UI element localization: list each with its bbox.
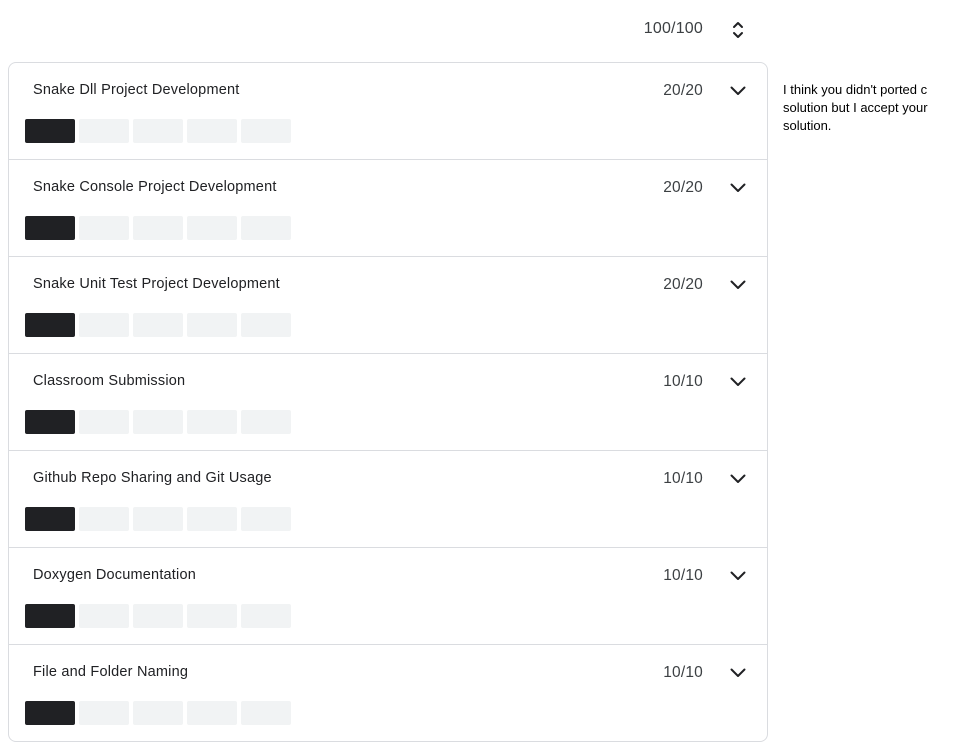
sort-unfold-icon <box>733 22 743 38</box>
rating-level[interactable] <box>79 119 129 143</box>
rating-level[interactable] <box>79 216 129 240</box>
criterion-title: Snake Unit Test Project Development <box>33 276 280 292</box>
criterion-title: Github Repo Sharing and Git Usage <box>33 470 272 486</box>
rating-level[interactable] <box>133 410 183 434</box>
rating-level-selected[interactable] <box>25 313 75 337</box>
criterion-score: 10/10 <box>663 470 703 487</box>
criterion-comment: I think you didn't ported c solution but… <box>783 82 928 133</box>
rating-level[interactable] <box>241 313 291 337</box>
rating-levels <box>25 119 291 143</box>
rating-level[interactable] <box>241 216 291 240</box>
rating-level[interactable] <box>187 313 237 337</box>
rating-level[interactable] <box>133 507 183 531</box>
rating-level[interactable] <box>187 604 237 628</box>
rubric-criterion: File and Folder Naming 10/10 <box>9 645 767 741</box>
criterion-score: 10/10 <box>663 664 703 681</box>
chevron-down-icon <box>730 571 746 580</box>
rating-level[interactable] <box>241 119 291 143</box>
sort-unfold-button[interactable] <box>726 18 750 42</box>
criterion-score: 20/20 <box>663 82 703 99</box>
expand-criterion-button[interactable] <box>726 661 750 685</box>
rubric-criterion: Doxygen Documentation 10/10 <box>9 548 767 645</box>
rating-level[interactable] <box>241 507 291 531</box>
rating-level[interactable] <box>79 507 129 531</box>
rating-level[interactable] <box>187 216 237 240</box>
rating-levels <box>25 701 291 725</box>
criterion-score: 10/10 <box>663 567 703 584</box>
rating-level-selected[interactable] <box>25 216 75 240</box>
rating-levels <box>25 313 291 337</box>
chevron-down-icon <box>730 183 746 192</box>
rating-level[interactable] <box>79 701 129 725</box>
rating-level[interactable] <box>187 410 237 434</box>
rating-level[interactable] <box>241 604 291 628</box>
expand-criterion-button[interactable] <box>726 79 750 103</box>
rating-level[interactable] <box>79 604 129 628</box>
rating-level[interactable] <box>133 701 183 725</box>
rating-level[interactable] <box>133 604 183 628</box>
rating-level-selected[interactable] <box>25 604 75 628</box>
rubric-criterion: Github Repo Sharing and Git Usage 10/10 <box>9 451 767 548</box>
rubric-card: Snake Dll Project Development 20/20 Snake … <box>8 62 768 742</box>
rubric-criterion: Classroom Submission 10/10 <box>9 354 767 451</box>
rating-level[interactable] <box>133 216 183 240</box>
rating-level-selected[interactable] <box>25 507 75 531</box>
rating-level[interactable] <box>133 313 183 337</box>
chevron-down-icon <box>730 280 746 289</box>
expand-criterion-button[interactable] <box>726 273 750 297</box>
criterion-title: Classroom Submission <box>33 373 186 389</box>
rating-levels <box>25 604 291 628</box>
rating-level-selected[interactable] <box>25 119 75 143</box>
total-score: 100/100 <box>643 20 703 37</box>
rating-level[interactable] <box>187 701 237 725</box>
criterion-title: File and Folder Naming <box>33 664 189 680</box>
criterion-title: Snake Dll Project Development <box>33 82 240 98</box>
rating-level-selected[interactable] <box>25 410 75 434</box>
rubric-criterion: Snake Console Project Development 20/20 <box>9 160 767 257</box>
rating-level[interactable] <box>241 410 291 434</box>
rating-level[interactable] <box>241 701 291 725</box>
rating-level[interactable] <box>187 507 237 531</box>
rating-level[interactable] <box>79 313 129 337</box>
criterion-score: 20/20 <box>663 276 703 293</box>
criterion-score: 10/10 <box>663 373 703 390</box>
chevron-down-icon <box>730 86 746 95</box>
rating-level[interactable] <box>133 119 183 143</box>
chevron-down-icon <box>730 377 746 386</box>
chevron-down-icon <box>730 474 746 483</box>
criterion-score: 20/20 <box>663 179 703 196</box>
expand-criterion-button[interactable] <box>726 176 750 200</box>
rating-level[interactable] <box>187 119 237 143</box>
rubric-criterion: Snake Unit Test Project Development 20/20 <box>9 257 767 354</box>
rating-level[interactable] <box>79 410 129 434</box>
rating-levels <box>25 507 291 531</box>
rubric-criterion: Snake Dll Project Development 20/20 <box>9 63 767 160</box>
criterion-title: Doxygen Documentation <box>33 567 196 583</box>
total-score-row: 100/100 <box>0 0 767 62</box>
criterion-title: Snake Console Project Development <box>33 179 277 195</box>
rating-levels <box>25 216 291 240</box>
rating-levels <box>25 410 291 434</box>
chevron-down-icon <box>730 668 746 677</box>
expand-criterion-button[interactable] <box>726 564 750 588</box>
expand-criterion-button[interactable] <box>726 467 750 491</box>
expand-criterion-button[interactable] <box>726 370 750 394</box>
rating-level-selected[interactable] <box>25 701 75 725</box>
